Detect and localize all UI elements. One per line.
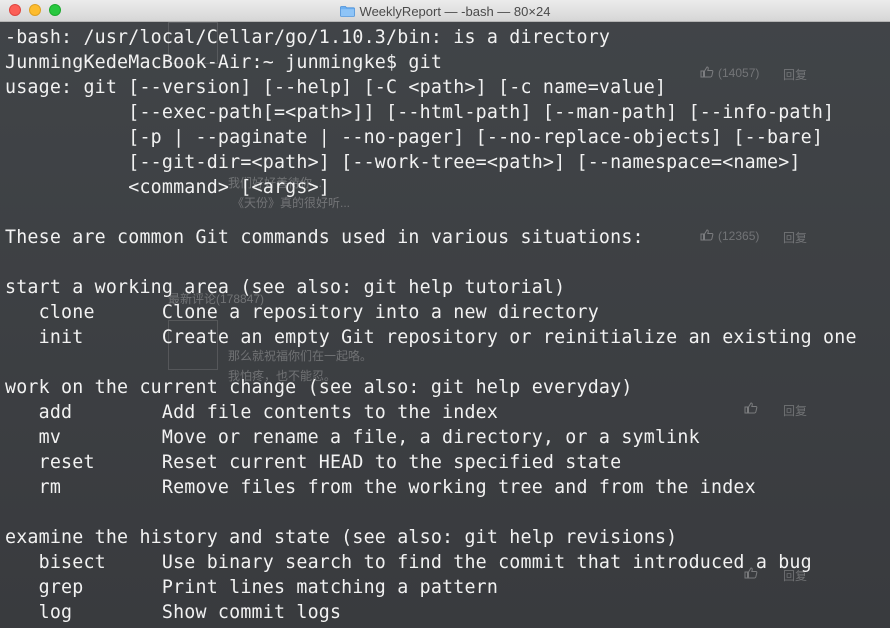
terminal-line: start a working area (see also: git help… (5, 277, 566, 298)
terminal-line: These are common Git commands used in va… (5, 227, 644, 248)
terminal-line: reset Reset current HEAD to the specifie… (5, 452, 622, 473)
title-bar[interactable]: WeeklyReport — -bash — 80×24 (0, 0, 890, 22)
window-title-text: WeeklyReport — -bash — 80×24 (359, 3, 551, 19)
window-title: WeeklyReport — -bash — 80×24 (0, 0, 890, 22)
terminal-line: examine the history and state (see also:… (5, 527, 678, 548)
terminal-line: usage: git [--version] [--help] [-C <pat… (5, 77, 667, 98)
terminal-line: add Add file contents to the index (5, 402, 499, 423)
terminal-line: [-p | --paginate | --no-pager] [--no-rep… (5, 127, 824, 148)
folder-icon (339, 5, 355, 17)
terminal-line: [--git-dir=<path>] [--work-tree=<path>] … (5, 152, 801, 173)
terminal-line: [--exec-path[=<path>]] [--html-path] [--… (5, 102, 835, 123)
terminal-line: work on the current change (see also: gi… (5, 377, 633, 398)
terminal-line: <command> [<args>] (5, 177, 330, 198)
terminal-line: bisect Use binary search to find the com… (5, 552, 812, 573)
terminal-output: -bash: /usr/local/Cellar/go/1.10.3/bin: … (5, 25, 857, 625)
terminal-line: clone Clone a repository into a new dire… (5, 302, 599, 323)
terminal-line: rm Remove files from the working tree an… (5, 477, 756, 498)
terminal-line: -bash: /usr/local/Cellar/go/1.10.3/bin: … (5, 27, 611, 48)
terminal-window: WeeklyReport — -bash — 80×24 (14057) 回复 … (0, 0, 890, 628)
terminal-content[interactable]: (14057) 回复 我们好好善待你... 《天份》真的很好听... (1236… (0, 22, 890, 628)
terminal-line: log Show commit logs (5, 602, 342, 623)
terminal-line: mv Move or rename a file, a directory, o… (5, 427, 700, 448)
terminal-line: init Create an empty Git repository or r… (5, 327, 857, 348)
terminal-line: JunmingKedeMacBook-Air:~ junmingke$ git (5, 52, 443, 73)
terminal-line: grep Print lines matching a pattern (5, 577, 499, 598)
